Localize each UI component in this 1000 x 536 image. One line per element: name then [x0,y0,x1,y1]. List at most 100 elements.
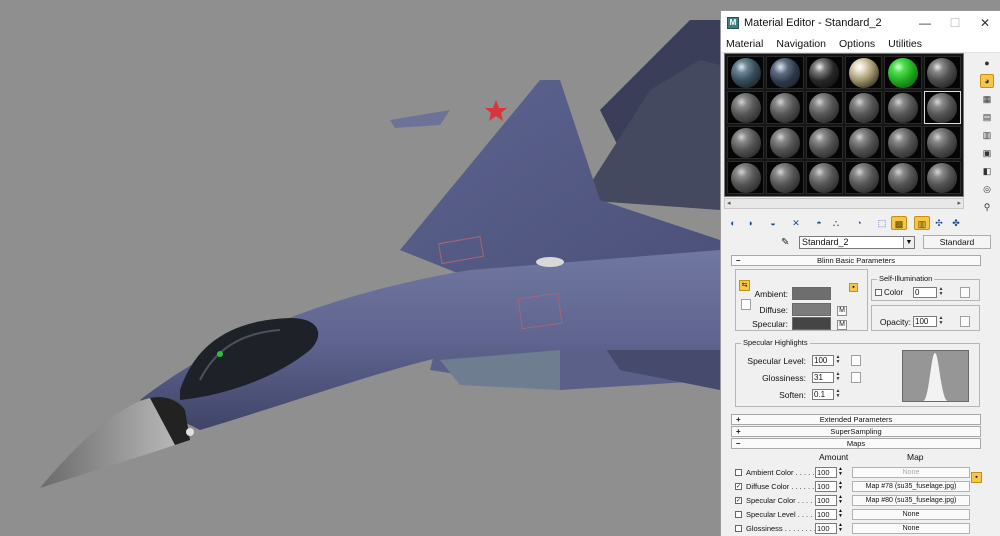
go-to-parent-icon[interactable]: ▥ [914,216,930,230]
menu-options[interactable]: Options [839,38,875,50]
spinner-icon[interactable]: ▲ ▼ [838,467,843,477]
show-shaded-material-icon[interactable]: ⬚ [874,216,890,230]
soften-value[interactable]: 0.1 ▲ ▼ [812,389,840,400]
specular-color-swatch[interactable] [792,317,831,330]
slots-scrollbar[interactable]: ◂ ▸ [724,198,964,209]
material-slot[interactable] [805,126,843,159]
scroll-left-icon[interactable]: ◂ [727,199,731,207]
material-slot[interactable] [727,56,765,89]
video-color-check-icon[interactable]: ▥ [980,128,994,142]
spinner-icon[interactable]: ▲ ▼ [834,389,842,400]
map-enable-checkbox[interactable] [735,511,742,518]
pick-material-icon[interactable]: ✎ [781,237,795,248]
ambient-diffuse-lock-icon[interactable]: ▪ [849,283,858,292]
menu-utilities[interactable]: Utilities [888,38,922,50]
self-illum-value[interactable]: 0 ▲ ▼ [913,287,943,298]
material-slot[interactable] [766,91,804,124]
self-illum-map-button[interactable] [960,287,970,298]
map-amount-field[interactable]: 100 [815,523,837,534]
maps-rollout-header[interactable]: – Maps [731,438,981,449]
material-slot[interactable] [805,91,843,124]
select-by-material-icon[interactable]: ◎ [980,182,994,196]
map-slot-button[interactable]: None [852,509,970,520]
close-button[interactable]: ✕ [970,16,1000,30]
chevron-down-icon[interactable]: ▼ [903,236,914,248]
material-slot[interactable] [844,161,883,194]
material-slot[interactable] [884,91,922,124]
go-forward-to-sibling-icon[interactable]: ✣ [931,216,947,230]
material-slot[interactable] [884,126,922,159]
glossiness-value[interactable]: 31 ▲ ▼ [812,372,840,383]
spinner-icon[interactable]: ▲ ▼ [838,509,843,519]
put-to-library-icon[interactable]: ⛬ [828,216,844,230]
material-slot[interactable] [844,56,883,89]
map-amount-field[interactable]: 100 [815,495,837,506]
material-slot[interactable] [923,56,961,89]
material-slot[interactable] [805,56,843,89]
material-slot[interactable] [727,91,765,124]
material-slot[interactable] [884,56,922,89]
opacity-value[interactable]: 100 ▲ ▼ [913,316,943,327]
spinner-icon[interactable]: ▲ ▼ [834,355,842,366]
blinn-basic-rollout-header[interactable]: – Blinn Basic Parameters [731,255,981,266]
sample-uv-tiling-icon[interactable]: ▤ [980,110,994,124]
diffuse-map-button[interactable]: M [837,306,847,316]
material-slot[interactable] [923,91,961,124]
reset-map-icon[interactable]: ✕ [788,216,804,230]
material-slot[interactable] [766,56,804,89]
map-enable-checkbox[interactable] [735,469,742,476]
material-slot[interactable] [844,126,883,159]
supersampling-rollout-header[interactable]: + SuperSampling [731,426,981,437]
menu-navigation[interactable]: Navigation [776,38,826,50]
map-slot-button[interactable]: Map #78 (su35_fuselage.jpg) [852,481,970,492]
map-enable-checkbox[interactable]: ✓ [735,483,742,490]
map-amount-field[interactable]: 100 [815,467,837,478]
assign-material-icon[interactable]: ◒ [765,216,781,230]
material-slot[interactable] [766,161,804,194]
spinner-icon[interactable]: ▲ ▼ [834,372,842,383]
sample-type-icon[interactable]: ● [980,56,994,70]
map-slot-button[interactable]: None [852,467,970,478]
specular-level-map-button[interactable] [851,355,861,366]
material-slot[interactable] [884,161,922,194]
map-slot-button[interactable]: None [852,523,970,534]
spinner-icon[interactable]: ▲ ▼ [937,287,945,298]
options-icon[interactable]: ◧ [980,164,994,178]
material-slot[interactable] [727,161,765,194]
self-illum-color-checkbox[interactable] [875,289,882,296]
put-material-to-scene-icon[interactable]: ◑ [742,216,758,230]
material-id-channel-icon[interactable]: ◔ [851,216,867,230]
material-map-navigator-icon[interactable]: ⚲ [980,200,994,214]
extended-parameters-rollout-header[interactable]: + Extended Parameters [731,414,981,425]
get-material-icon[interactable]: ◐ [725,216,741,230]
maximize-button[interactable]: ☐ [940,16,970,30]
material-slot[interactable] [805,161,843,194]
diffuse-color-swatch[interactable] [792,303,831,316]
menu-material[interactable]: Material [726,38,763,50]
glossiness-map-button[interactable] [851,372,861,383]
material-slot[interactable] [923,161,961,194]
scroll-right-icon[interactable]: ▸ [957,199,961,207]
make-preview-icon[interactable]: ▣ [980,146,994,160]
spinner-icon[interactable]: ▲ ▼ [838,481,843,491]
spinner-icon[interactable]: ▲ ▼ [838,495,843,505]
map-amount-field[interactable]: 100 [815,481,837,492]
specular-level-value[interactable]: 100 ▲ ▼ [812,355,840,366]
ambient-color-swatch[interactable] [792,287,831,300]
map-amount-field[interactable]: 100 [815,509,837,520]
title-bar[interactable]: M Material Editor - Standard_2 — ☐ ✕ [721,11,1000,35]
minimize-button[interactable]: — [910,16,940,30]
make-unique-icon[interactable]: ◓ [811,216,827,230]
material-slot[interactable] [766,126,804,159]
opacity-map-button[interactable] [960,316,970,327]
material-slot[interactable] [923,126,961,159]
map-slot-button[interactable]: Map #80 (su35_fuselage.jpg) [852,495,970,506]
material-type-button[interactable]: Standard [923,235,991,249]
go-forward-sibling-icon[interactable]: ✤ [948,216,964,230]
backlight-icon[interactable]: ◕ [980,74,994,88]
material-name-field[interactable]: Standard_2 ▼ [799,235,915,249]
specular-map-button[interactable]: M [837,320,847,330]
spinner-icon[interactable]: ▲ ▼ [937,316,945,327]
map-enable-checkbox[interactable]: ✓ [735,497,742,504]
background-checker-icon[interactable]: ▦ [980,92,994,106]
